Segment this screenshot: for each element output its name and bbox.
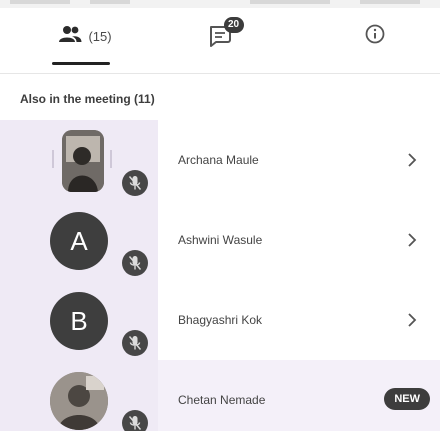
- info-icon: [365, 24, 385, 49]
- mic-muted-icon: [122, 330, 148, 356]
- participant-row[interactable]: Archana Maule: [0, 120, 440, 200]
- avatar: A: [50, 212, 108, 270]
- mic-muted-icon: [122, 250, 148, 276]
- chevron-right-icon[interactable]: [402, 150, 422, 170]
- participant-name: Archana Maule: [178, 153, 259, 167]
- participant-count: (15): [88, 28, 112, 44]
- avatar-letter: B: [70, 305, 88, 336]
- people-icon: [58, 25, 82, 48]
- tab-divider: [0, 73, 440, 74]
- unread-badge: 20: [223, 17, 244, 33]
- avatar: [50, 372, 108, 430]
- participant-name: Chetan Nemade: [178, 393, 266, 407]
- status-strip: [0, 0, 440, 8]
- participant-name: Ashwini Wasule: [178, 233, 263, 247]
- participant-list: Archana Maule A Ashwini Wasule B Bhagyas…: [0, 120, 440, 431]
- avatar: [62, 130, 104, 192]
- active-tab-indicator: [52, 62, 110, 65]
- chevron-right-icon[interactable]: [402, 310, 422, 330]
- participant-row[interactable]: B Bhagyashri Kok: [0, 280, 440, 360]
- participant-row[interactable]: A Ashwini Wasule: [0, 200, 440, 280]
- divider-mark: [110, 150, 112, 168]
- meeting-participants-screen: (15) 20 Also in the meeting (11) Archana…: [0, 0, 440, 431]
- avatar: B: [50, 292, 108, 350]
- section-title: Also in the meeting (11): [20, 92, 155, 106]
- divider-mark: [52, 150, 54, 168]
- participant-name: Bhagyashri Kok: [178, 313, 263, 327]
- tab-bar: (15) 20: [0, 8, 440, 65]
- chevron-right-icon[interactable]: [402, 230, 422, 250]
- mic-muted-icon: [122, 410, 148, 431]
- tab-info[interactable]: [330, 8, 420, 64]
- avatar-letter: A: [70, 225, 88, 256]
- new-badge: NEW: [384, 388, 430, 410]
- tab-chat[interactable]: 20: [175, 8, 270, 64]
- tab-people[interactable]: (15): [30, 8, 140, 64]
- participant-row[interactable]: Chetan Nemade NEW: [0, 360, 440, 431]
- mic-muted-icon: [122, 170, 148, 196]
